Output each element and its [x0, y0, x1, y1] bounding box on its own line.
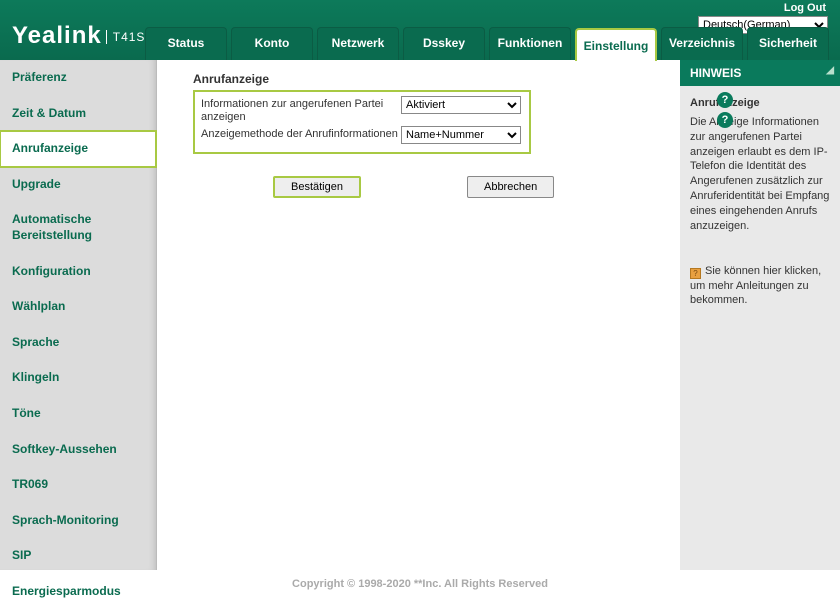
sidebar-item-klingeln[interactable]: Klingeln — [0, 360, 156, 396]
sidebar-item-konfiguration[interactable]: Konfiguration — [0, 254, 156, 290]
sidebar: Präferenz Zeit & Datum Anrufanzeige Upgr… — [0, 60, 157, 570]
sidebar-item-softkey[interactable]: Softkey-Aussehen — [0, 432, 156, 468]
sidebar-item-zeit-datum[interactable]: Zeit & Datum — [0, 96, 156, 132]
sidebar-item-toene[interactable]: Töne — [0, 396, 156, 432]
tab-status[interactable]: Status — [145, 27, 227, 60]
logout-link[interactable]: Log Out — [784, 2, 826, 14]
header: Log Out Deutsch(German) YealinkT41S Stat… — [0, 0, 840, 60]
sidebar-item-sprache[interactable]: Sprache — [0, 325, 156, 361]
sidebar-item-anrufanzeige[interactable]: Anrufanzeige — [0, 130, 157, 168]
label-called-party-info: Informationen zur angerufenen Partei anz… — [201, 96, 401, 124]
tab-verzeichnis[interactable]: Verzeichnis — [661, 27, 743, 60]
hint-more-link[interactable]: ?Sie können hier klicken, um mehr Anleit… — [690, 264, 830, 309]
form-row-called-party-info: Informationen zur angerufenen Partei anz… — [201, 96, 523, 124]
tab-dsskey[interactable]: Dsskey — [403, 27, 485, 60]
sidebar-item-praeferenz[interactable]: Präferenz — [0, 60, 156, 96]
label-display-method: Anzeigemethode der Anrufinformationen — [201, 126, 401, 141]
sidebar-item-tr069[interactable]: TR069 — [0, 467, 156, 503]
tab-sicherheit[interactable]: Sicherheit — [747, 27, 829, 60]
tab-netzwerk[interactable]: Netzwerk — [317, 27, 399, 60]
help-icon[interactable]: ? — [717, 92, 733, 108]
sidebar-item-waehlplan[interactable]: Wählplan — [0, 289, 156, 325]
cancel-button[interactable]: Abbrechen — [467, 176, 554, 198]
select-called-party-info[interactable]: Aktiviert — [401, 96, 521, 114]
hint-panel: HINWEIS Anrufanzeige Die Anzeige Informa… — [680, 60, 840, 570]
button-row: Bestätigen Abbrechen — [273, 176, 666, 198]
form-box: Informationen zur angerufenen Partei anz… — [193, 90, 531, 154]
tab-funktionen[interactable]: Funktionen — [489, 27, 571, 60]
sidebar-item-auto-bereitstellung[interactable]: Automatische Bereitstellung — [0, 202, 156, 253]
tab-konto[interactable]: Konto — [231, 27, 313, 60]
sidebar-item-upgrade[interactable]: Upgrade — [0, 167, 156, 203]
section-title: Anrufanzeige — [193, 72, 666, 86]
help-icon[interactable]: ? — [717, 112, 733, 128]
logo: YealinkT41S — [12, 22, 145, 50]
tab-einstellungen[interactable]: Einstellung — [575, 28, 657, 61]
main-tabs: Status Konto Netzwerk Dsskey Funktionen … — [145, 27, 829, 60]
sidebar-item-sprach-monitoring[interactable]: Sprach-Monitoring — [0, 503, 156, 539]
main-content: Anrufanzeige Informationen zur angerufen… — [157, 60, 680, 570]
sidebar-item-sip[interactable]: SIP — [0, 538, 156, 574]
sidebar-item-energiesparmodus[interactable]: Energiesparmodus — [0, 574, 156, 610]
model-label: T41S — [106, 30, 146, 44]
info-icon: ? — [690, 268, 701, 279]
hint-title: Anrufanzeige — [690, 96, 830, 111]
hint-header: HINWEIS — [680, 60, 840, 86]
hint-text: Die Anzeige Informationen zur angerufene… — [690, 115, 830, 234]
hint-body: Anrufanzeige Die Anzeige Informationen z… — [680, 86, 840, 318]
confirm-button[interactable]: Bestätigen — [273, 176, 361, 198]
select-display-method[interactable]: Name+Nummer — [401, 126, 521, 144]
body: Präferenz Zeit & Datum Anrufanzeige Upgr… — [0, 60, 840, 570]
form-row-display-method: Anzeigemethode der Anrufinformationen Na… — [201, 126, 523, 144]
